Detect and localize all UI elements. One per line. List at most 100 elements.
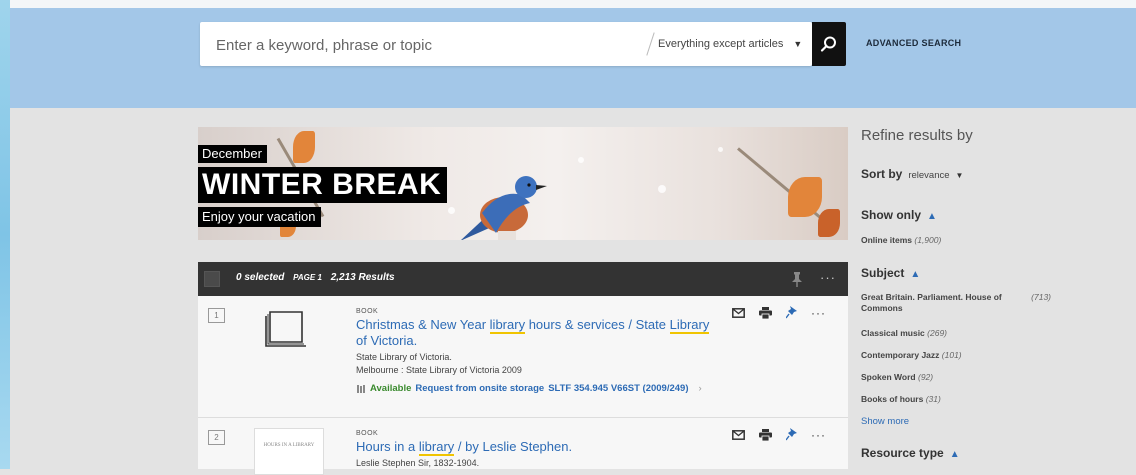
- facet-count: (713): [1031, 292, 1051, 302]
- scope-divider: [646, 32, 655, 56]
- search-button[interactable]: [812, 22, 846, 66]
- banner-month: December: [198, 145, 267, 163]
- chevron-down-icon: ▼: [955, 171, 964, 180]
- winter-break-banner[interactable]: December WINTER BREAK Enjoy your vacatio…: [198, 127, 848, 240]
- result-details: BOOK Christmas & New Year library hours …: [356, 308, 716, 394]
- sort-control[interactable]: Sort by relevance ▼: [861, 167, 963, 181]
- section-label: Subject: [861, 266, 905, 280]
- facet-subject-classical[interactable]: Classical music (269): [861, 328, 947, 338]
- result-details: BOOK Hours in a library / by Leslie Step…: [356, 430, 716, 468]
- leaf-graphic: [788, 177, 822, 217]
- email-icon[interactable]: [732, 307, 745, 318]
- pin-icon[interactable]: [786, 428, 797, 441]
- facet-subject-books-of-hours[interactable]: Books of hours (31): [861, 394, 941, 404]
- title-highlight: Library: [669, 317, 710, 334]
- facet-subject-jazz[interactable]: Contemporary Jazz (101): [861, 350, 962, 360]
- more-actions-icon[interactable]: ···: [811, 307, 826, 319]
- result-title-link[interactable]: Hours in a library / by Leslie Stephen.: [356, 439, 716, 456]
- select-all-checkbox[interactable]: [204, 271, 220, 287]
- facet-label: Classical music: [861, 328, 925, 338]
- scope-dropdown[interactable]: Everything except articles ▼: [658, 22, 802, 66]
- availability-status: Available: [370, 383, 412, 394]
- resource-type-heading[interactable]: Resource type ▲: [861, 446, 960, 460]
- facet-label: Online items: [861, 235, 913, 245]
- facet-label: Spoken Word: [861, 372, 916, 382]
- title-text: of Victoria.: [356, 333, 418, 348]
- facet-count: (92): [918, 372, 934, 382]
- facet-count: (269): [927, 328, 948, 338]
- email-icon[interactable]: [732, 429, 745, 440]
- selected-count: 0 selected: [236, 272, 285, 283]
- more-actions-icon[interactable]: ···: [820, 270, 836, 285]
- title-highlight: library: [418, 439, 455, 456]
- result-publisher: Melbourne : State Library of Victoria 20…: [356, 365, 522, 375]
- result-number: 1: [208, 308, 225, 323]
- leaf-graphic: [818, 209, 840, 237]
- chevron-up-icon: ▲: [949, 449, 960, 460]
- title-text: Christmas & New Year: [356, 317, 490, 332]
- result-author: Leslie Stephen Sir, 1832-1904.: [356, 458, 480, 468]
- snowflake-graphic: [718, 147, 723, 152]
- facet-label: Books of hours: [861, 394, 924, 404]
- subject-heading[interactable]: Subject ▲: [861, 266, 920, 280]
- banner-title: WINTER BREAK: [198, 167, 448, 203]
- results-summary: 0 selected PAGE 1 2,213 Results: [236, 272, 395, 283]
- snowflake-graphic: [578, 157, 584, 163]
- result-author: State Library of Victoria.: [356, 352, 452, 362]
- chevron-down-icon: ▼: [793, 39, 803, 49]
- availability-row[interactable]: Available Request from onsite storage SL…: [356, 383, 716, 394]
- search-icon: [820, 36, 836, 52]
- book-cover-thumbnail: HOURS IN A LIBRARY: [254, 428, 324, 475]
- title-text: hours & services / State: [525, 317, 670, 332]
- facet-count: (1,900): [914, 235, 942, 245]
- result-item[interactable]: 1 BOOK Christmas & New Year library hour…: [198, 296, 848, 418]
- chevron-up-icon: ▲: [910, 269, 921, 280]
- advanced-search-link[interactable]: ADVANCED SEARCH: [866, 38, 961, 48]
- sort-label: Sort by: [861, 167, 903, 181]
- title-text: / by Leslie Stephen.: [454, 439, 573, 454]
- facet-subject-spoken-word[interactable]: Spoken Word (92): [861, 372, 933, 382]
- title-highlight: library: [489, 317, 526, 334]
- snowflake-graphic: [448, 207, 455, 214]
- section-label: Resource type: [861, 446, 944, 460]
- refine-heading: Refine results by: [861, 127, 973, 144]
- result-actions: ···: [732, 306, 826, 319]
- bluebird-image: [461, 176, 547, 240]
- title-text: Hours in a: [356, 439, 419, 454]
- results-toolbar: 0 selected PAGE 1 2,213 Results ···: [198, 262, 848, 296]
- result-item[interactable]: 2 HOURS IN A LIBRARY BOOK Hours in a lib…: [198, 418, 848, 475]
- chevron-up-icon: ▲: [927, 211, 937, 222]
- facet-label: Great Britain. Parliament. House of Comm…: [861, 292, 1002, 313]
- more-actions-icon[interactable]: ···: [811, 429, 826, 441]
- top-strip: [10, 0, 1136, 8]
- results-count: 2,213 Results: [330, 272, 395, 283]
- pin-icon[interactable]: [786, 306, 797, 319]
- show-only-heading[interactable]: Show only ▲: [861, 208, 937, 222]
- call-number: SLTF 354.945 V66ST (2009/249): [548, 383, 689, 394]
- leaf-graphic: [293, 131, 315, 163]
- pin-icon[interactable]: [790, 271, 804, 287]
- snowflake-graphic: [658, 185, 666, 193]
- facet-online-items[interactable]: Online items (1,900): [861, 235, 941, 245]
- result-title-link[interactable]: Christmas & New Year library hours & ser…: [356, 317, 716, 349]
- search-header: Everything except articles ▼ ADVANCED SE…: [10, 8, 1136, 108]
- resource-type-label: BOOK: [356, 430, 379, 437]
- print-icon[interactable]: [759, 306, 772, 319]
- print-icon[interactable]: [759, 428, 772, 441]
- book-icon: [265, 311, 306, 347]
- chevron-right-icon[interactable]: ›: [698, 383, 701, 394]
- facet-subject-commons[interactable]: Great Britain. Parliament. House of Comm…: [861, 292, 1051, 314]
- resource-type-label: BOOK: [356, 308, 379, 315]
- show-more-link[interactable]: Show more: [861, 416, 909, 427]
- scope-label: Everything except articles: [658, 38, 784, 50]
- search-box: Everything except articles ▼: [200, 22, 812, 68]
- refine-sidebar: Refine results by Sort by relevance ▼ Show…: [861, 127, 1121, 460]
- search-input[interactable]: [214, 22, 638, 68]
- result-number: 2: [208, 430, 225, 445]
- thumbnail-text: HOURS IN A LIBRARY: [263, 443, 315, 448]
- request-link[interactable]: Request from onsite storage: [415, 383, 544, 394]
- section-label: Show only: [861, 208, 921, 222]
- facet-label: Contemporary Jazz: [861, 350, 940, 360]
- facet-count: (101): [941, 350, 962, 360]
- library-icon: [357, 384, 365, 393]
